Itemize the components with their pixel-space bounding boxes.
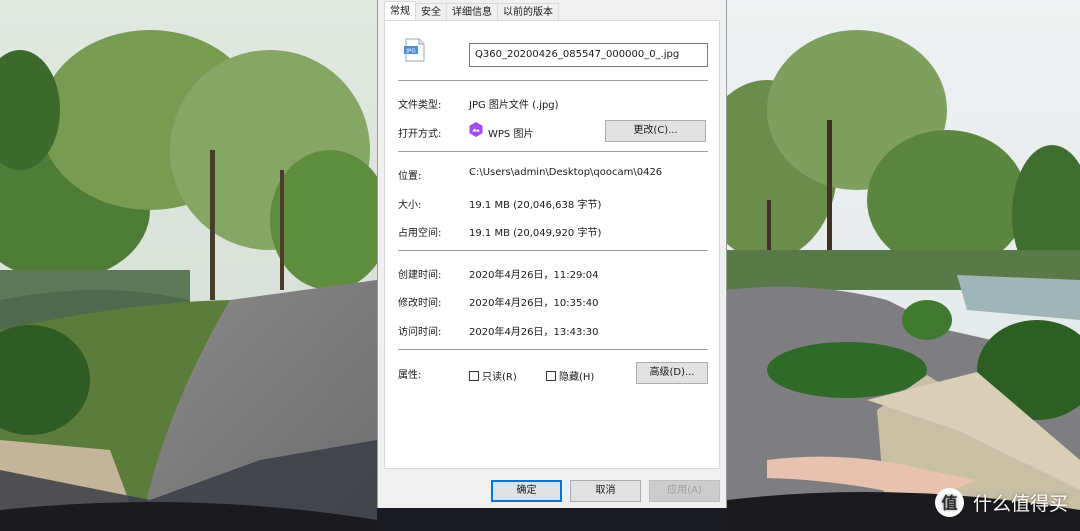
disk-size-label: 占用空间: xyxy=(398,228,442,239)
readonly-checkbox[interactable]: 只读(R) xyxy=(469,368,517,383)
smzdm-logo-icon: 值 xyxy=(934,488,964,517)
location-label: 位置: xyxy=(398,171,422,182)
properties-dialog: 常规 安全 详细信息 以前的版本 JPG Q360_20200426_08554… xyxy=(377,0,727,508)
modified-label: 修改时间: xyxy=(398,298,442,309)
tab-security[interactable]: 安全 xyxy=(415,3,447,20)
open-with-value: WPS 图片 xyxy=(488,129,534,140)
hidden-checkbox[interactable]: 隐藏(H) xyxy=(546,368,594,383)
bottom-strip xyxy=(377,508,727,531)
disk-size-value: 19.1 MB (20,049,920 字节) xyxy=(469,228,602,239)
size-label: 大小: xyxy=(398,200,422,211)
wps-picture-icon xyxy=(469,122,483,137)
general-panel: JPG Q360_20200426_085547_000000_0_.jpg 文… xyxy=(384,20,720,469)
separator xyxy=(398,250,708,251)
open-with-label: 打开方式: xyxy=(398,129,442,140)
cancel-button[interactable]: 取消 xyxy=(570,480,641,502)
checkbox-box[interactable] xyxy=(546,370,556,381)
file-name-field[interactable]: Q360_20200426_085547_000000_0_.jpg xyxy=(469,43,708,67)
checkbox-box[interactable] xyxy=(469,370,479,381)
watermark-text: 什么值得买 xyxy=(972,493,1068,515)
file-type-value: JPG 图片文件 (.jpg) xyxy=(469,100,559,111)
created-label: 创建时间: xyxy=(398,270,442,281)
tab-strip: 常规 安全 详细信息 以前的版本 xyxy=(384,1,559,21)
separator xyxy=(398,151,708,152)
separator xyxy=(398,349,708,350)
hidden-label: 隐藏(H) xyxy=(559,372,595,383)
jpg-file-icon: JPG xyxy=(404,38,426,62)
watermark: 值 什么值得买 xyxy=(934,487,1068,518)
change-button[interactable]: 更改(C)... xyxy=(605,120,706,142)
advanced-button[interactable]: 高级(D)... xyxy=(636,362,708,384)
svg-text:JPG: JPG xyxy=(405,49,415,55)
readonly-label: 只读(R) xyxy=(482,372,517,383)
location-value: C:\Users\admin\Desktop\qoocam\0426 xyxy=(469,167,663,178)
ok-button[interactable]: 确定 xyxy=(491,480,562,502)
tab-previous-versions[interactable]: 以前的版本 xyxy=(497,3,559,20)
panorama-right xyxy=(727,0,1080,531)
attributes-label: 属性: xyxy=(398,370,422,381)
accessed-label: 访问时间: xyxy=(398,327,442,338)
size-value: 19.1 MB (20,046,638 字节) xyxy=(469,200,602,211)
tab-general[interactable]: 常规 xyxy=(384,1,416,20)
separator xyxy=(398,80,708,81)
apply-button[interactable]: 应用(A) xyxy=(649,480,720,502)
tab-details[interactable]: 详细信息 xyxy=(446,3,498,20)
created-value: 2020年4月26日，11:29:04 xyxy=(469,270,599,281)
file-type-label: 文件类型: xyxy=(398,100,442,111)
accessed-value: 2020年4月26日，13:43:30 xyxy=(469,327,599,338)
modified-value: 2020年4月26日，10:35:40 xyxy=(469,298,599,309)
svg-text:值: 值 xyxy=(941,494,957,513)
panorama-left xyxy=(0,0,377,531)
